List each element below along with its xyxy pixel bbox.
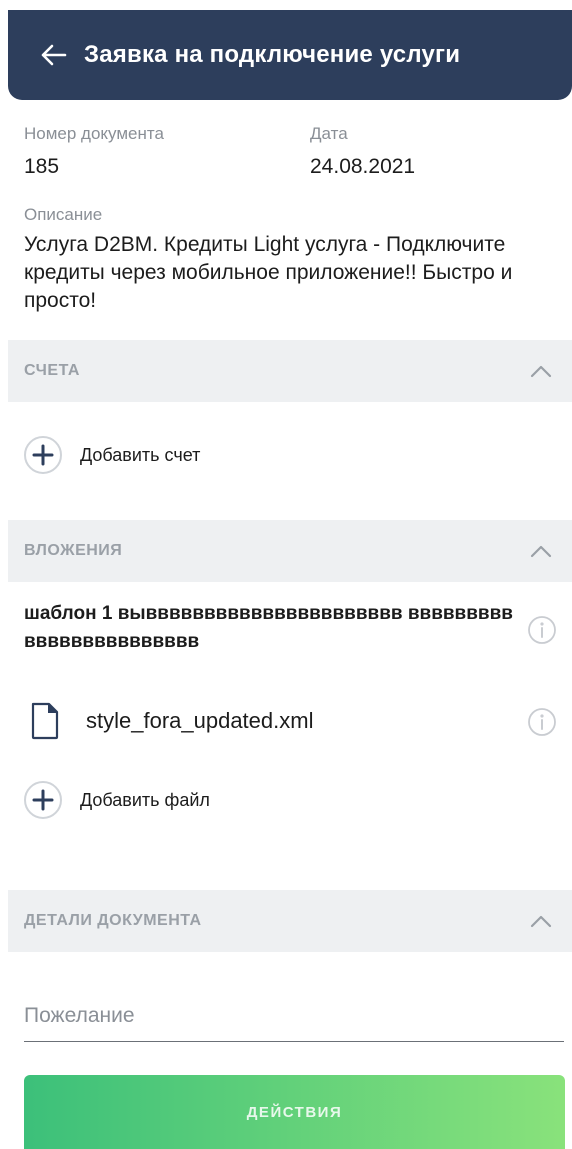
add-account-button[interactable]: Добавить счет: [24, 436, 200, 474]
back-button[interactable]: [36, 37, 72, 73]
file-icon: [31, 702, 59, 740]
attachments-section-header[interactable]: ВЛОЖЕНИЯ: [8, 520, 572, 582]
add-account-label: Добавить счет: [80, 444, 201, 465]
plus-icon: [24, 781, 62, 819]
arrow-left-icon: [41, 44, 67, 66]
document-number-label: Номер документа: [24, 124, 164, 143]
actions-button-label: ДЕЙСТВИЯ: [246, 1103, 343, 1121]
chevron-up-icon[interactable]: [526, 906, 556, 936]
date-label: Дата: [310, 124, 348, 143]
template-attachment-title[interactable]: шаблон 1 вывввввввввввввввввввввв вввввв…: [24, 600, 514, 656]
info-icon[interactable]: [527, 707, 557, 737]
wish-input[interactable]: [24, 990, 564, 1042]
add-file-label: Добавить файл: [80, 789, 210, 810]
accounts-section-title: СЧЕТА: [24, 362, 80, 379]
info-icon[interactable]: [527, 615, 557, 645]
chevron-up-icon[interactable]: [526, 356, 556, 386]
page-title: Заявка на подключение услуги: [84, 41, 461, 68]
attachments-section-title: ВЛОЖЕНИЯ: [24, 542, 123, 559]
app-header: Заявка на подключение услуги: [8, 10, 572, 100]
description-value: Услуга D2BM. Кредиты Light услуга - Подк…: [24, 233, 513, 312]
description-label: Описание: [24, 205, 103, 224]
document-number-value: 185: [24, 155, 60, 178]
file-name: style_fora_updated.xml: [86, 708, 314, 733]
details-section-header[interactable]: ДЕТАЛИ ДОКУМЕНТА: [8, 890, 572, 952]
details-section-title: ДЕТАЛИ ДОКУМЕНТА: [24, 912, 202, 929]
plus-icon: [24, 436, 62, 474]
date-value: 24.08.2021: [310, 155, 416, 178]
chevron-up-icon[interactable]: [526, 536, 556, 566]
accounts-section-header[interactable]: СЧЕТА: [8, 340, 572, 402]
add-file-button[interactable]: Добавить файл: [24, 781, 210, 819]
actions-button[interactable]: ДЕЙСТВИЯ: [24, 1075, 565, 1149]
attachment-file-item[interactable]: style_fora_updated.xml: [30, 702, 313, 740]
